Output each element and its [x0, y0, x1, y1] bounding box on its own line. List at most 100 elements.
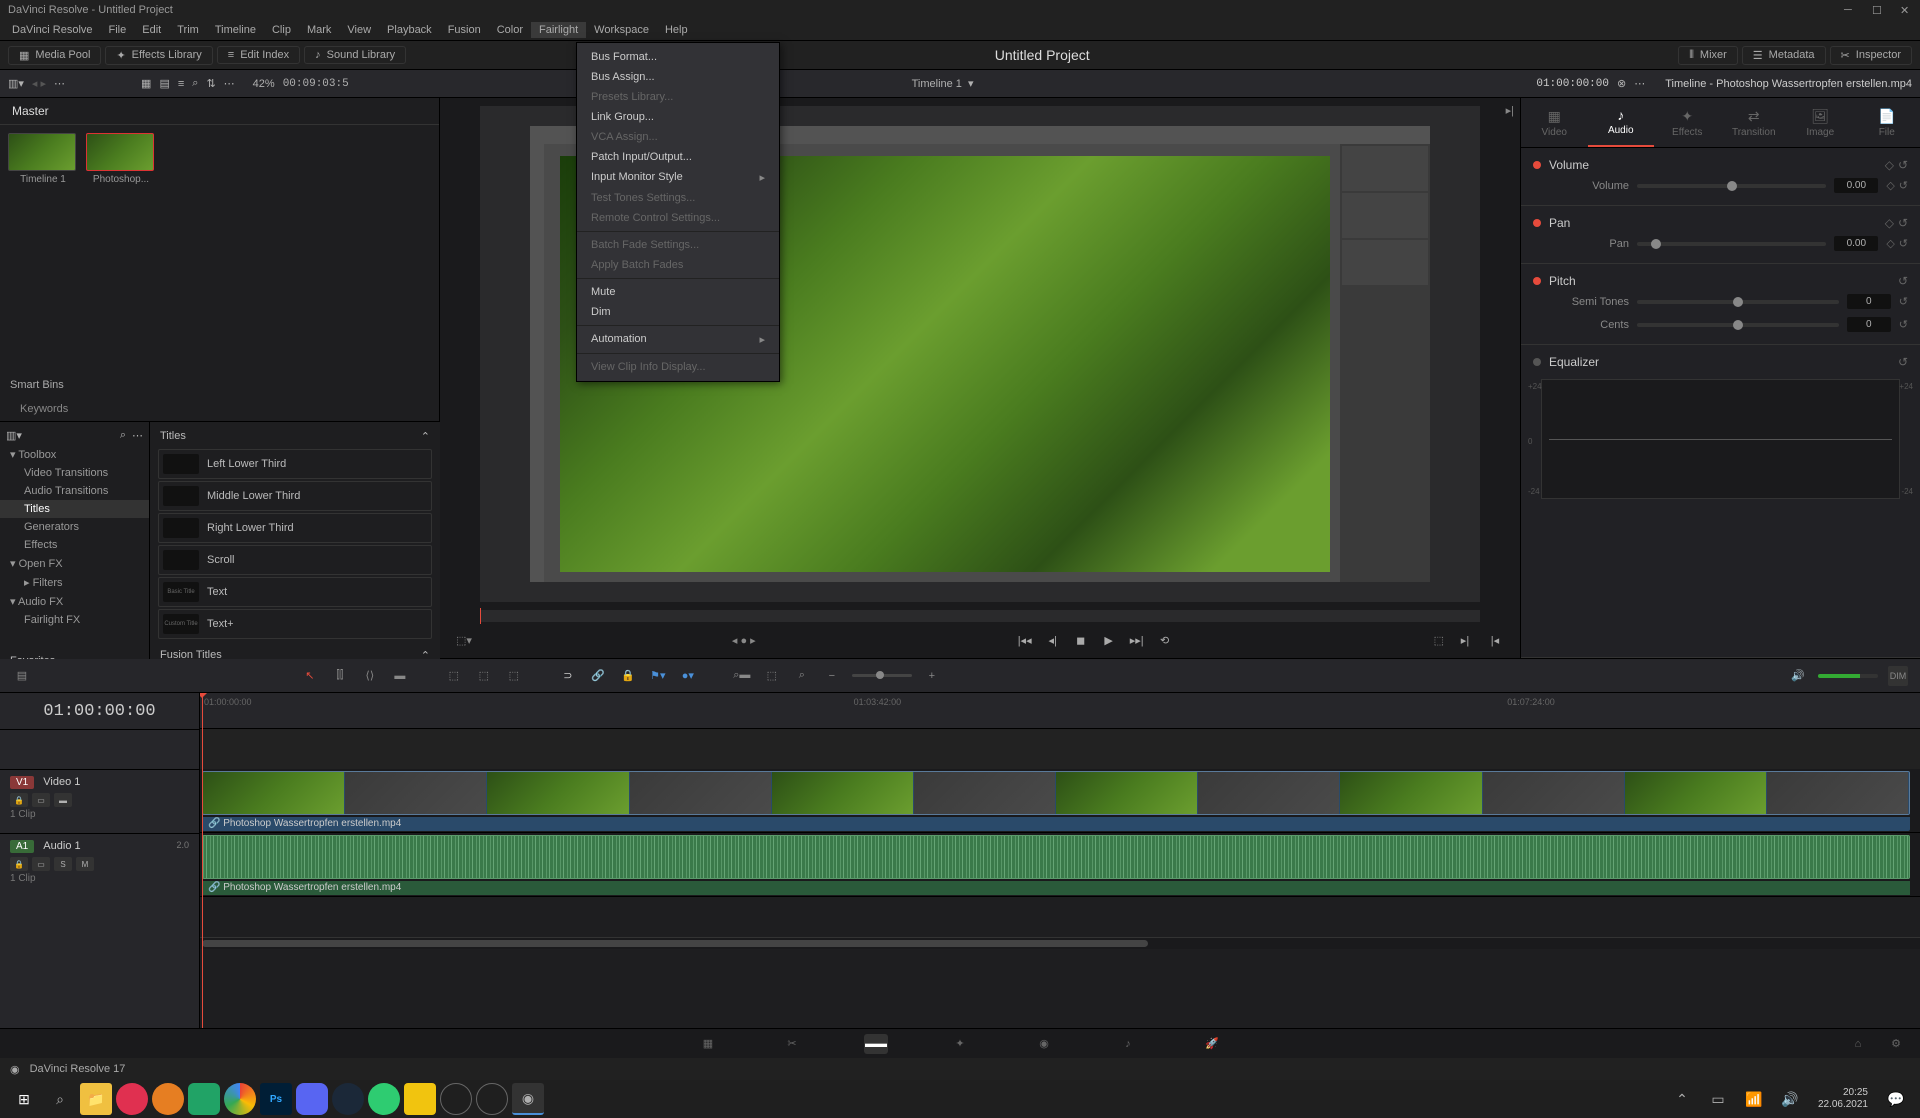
zoom-value[interactable]: 42% — [253, 78, 275, 90]
reset-icon[interactable]: ↺ — [1899, 318, 1908, 331]
volume-value[interactable]: 0.00 — [1834, 178, 1878, 193]
deliver-page-icon[interactable]: 🚀 — [1200, 1034, 1224, 1054]
timeline-view-icon[interactable]: ▤ — [12, 666, 32, 686]
trim-tool-icon[interactable]: ⫿⫿ — [330, 666, 350, 686]
menu-item-bus-assign[interactable]: Bus Assign... — [577, 67, 779, 87]
marker-icon[interactable]: ●▾ — [678, 666, 698, 686]
stop-icon[interactable]: ◼ — [1072, 631, 1090, 649]
discord-icon[interactable] — [296, 1083, 328, 1115]
replace-icon[interactable]: ⬚ — [504, 666, 524, 686]
keyframe-icon[interactable]: ◇ — [1886, 179, 1894, 192]
menu-item-patch-input-output[interactable]: Patch Input/Output... — [577, 147, 779, 167]
fairlight-page-icon[interactable]: ♪ — [1116, 1034, 1140, 1054]
search-timeline-icon[interactable]: ⌕▬ — [732, 666, 752, 686]
video-track[interactable]: 🔗 Photoshop Wassertropfen erstellen.mp4 — [200, 769, 1920, 833]
title-preset[interactable]: Scroll — [158, 545, 432, 575]
keywords-bin[interactable]: Keywords — [0, 397, 439, 421]
reset-icon[interactable]: ↺ — [1898, 355, 1908, 369]
tray-chevron-icon[interactable]: ⌃ — [1666, 1083, 1698, 1115]
pan-value[interactable]: 0.00 — [1834, 236, 1878, 251]
insert-icon[interactable]: ⬚ — [444, 666, 464, 686]
auto-select-icon[interactable]: ▭ — [32, 857, 50, 871]
inspector-button[interactable]: ✂ Inspector — [1830, 46, 1912, 65]
tree-toolbox[interactable]: ▾ Toolbox — [0, 445, 149, 464]
monitor-volume-slider[interactable] — [1818, 674, 1878, 678]
eq-graph[interactable]: +24 +24 0 -24 -24 — [1541, 379, 1900, 499]
tree-audio-transitions[interactable]: Audio Transitions — [0, 482, 149, 500]
flag-icon[interactable]: ⚑▾ — [648, 666, 668, 686]
resolve-taskbar-icon[interactable]: ◉ — [512, 1083, 544, 1115]
bin-view-icon[interactable]: ▥▾ — [8, 77, 24, 90]
tree-titles[interactable]: Titles — [0, 500, 149, 518]
keyframe-icon[interactable]: ◇ — [1885, 216, 1894, 230]
blade-tool-icon[interactable]: ▬ — [390, 666, 410, 686]
inspector-tab-effects[interactable]: ✦Effects — [1654, 98, 1721, 147]
viewer-scrubber[interactable] — [480, 610, 1480, 622]
reset-icon[interactable]: ↺ — [1899, 179, 1908, 192]
menu-color[interactable]: Color — [489, 22, 531, 38]
zoom-slider[interactable] — [852, 674, 912, 677]
app-icon[interactable] — [188, 1083, 220, 1115]
keyframe-icon[interactable]: ◇ — [1886, 237, 1894, 250]
maximize-icon[interactable]: ☐ — [1872, 4, 1884, 16]
reset-icon[interactable]: ↺ — [1898, 216, 1908, 230]
menu-fairlight[interactable]: Fairlight — [531, 22, 586, 38]
start-button[interactable]: ⊞ — [8, 1083, 40, 1115]
timeline-tab[interactable]: Timeline 1 ▾ — [912, 77, 974, 90]
reset-icon[interactable]: ↺ — [1899, 237, 1908, 250]
zoom-range-icon[interactable]: ⬚ — [762, 666, 782, 686]
reset-icon[interactable]: ↺ — [1899, 295, 1908, 308]
color-page-icon[interactable]: ◉ — [1032, 1034, 1056, 1054]
reset-icon[interactable]: ↺ — [1898, 158, 1908, 172]
single-viewer-icon[interactable]: ⬚ — [1434, 634, 1444, 647]
title-preset[interactable]: Basic TitleText — [158, 577, 432, 607]
steam-icon[interactable] — [332, 1083, 364, 1115]
timeline-scrollbar[interactable] — [200, 937, 1920, 949]
lock-icon[interactable]: 🔒 — [618, 666, 638, 686]
collapse-icon[interactable]: ⌃ — [421, 430, 430, 443]
more-icon[interactable]: ⋯ — [132, 429, 143, 442]
reset-icon[interactable]: ↺ — [1898, 274, 1908, 288]
menu-mark[interactable]: Mark — [299, 22, 339, 38]
menu-trim[interactable]: Trim — [169, 22, 207, 38]
prev-frame-icon[interactable]: ◂| — [1044, 631, 1062, 649]
timeline-timecode[interactable]: 01:00:00:00 — [0, 693, 199, 729]
menu-view[interactable]: View — [339, 22, 379, 38]
opera-icon[interactable] — [116, 1083, 148, 1115]
menu-help[interactable]: Help — [657, 22, 696, 38]
first-frame-icon[interactable]: |◂◂ — [1016, 631, 1034, 649]
pan-slider[interactable] — [1637, 242, 1826, 246]
inspector-tab-file[interactable]: 📄File — [1854, 98, 1920, 147]
search-icon[interactable]: ⌕ — [120, 429, 126, 442]
photoshop-icon[interactable]: Ps — [260, 1083, 292, 1115]
menu-fusion[interactable]: Fusion — [440, 22, 489, 38]
a1-badge[interactable]: A1 — [10, 840, 34, 853]
match-frame-icon[interactable]: ⬚▾ — [456, 634, 472, 647]
menu-clip[interactable]: Clip — [264, 22, 299, 38]
smart-bins-header[interactable]: Smart Bins — [0, 373, 439, 397]
menu-item-automation[interactable]: Automation▸ — [577, 329, 779, 350]
chrome-icon[interactable] — [224, 1083, 256, 1115]
cents-slider[interactable] — [1637, 323, 1839, 327]
menu-timeline[interactable]: Timeline — [207, 22, 264, 38]
settings-icon[interactable]: ⚙ — [1884, 1034, 1908, 1054]
semitones-value[interactable]: 0 — [1847, 294, 1891, 309]
mute-icon[interactable]: 🔊 — [1788, 666, 1808, 686]
minimize-icon[interactable]: ─ — [1844, 4, 1856, 16]
tree-generators[interactable]: Generators — [0, 518, 149, 536]
battery-icon[interactable]: ▭ — [1702, 1083, 1734, 1115]
volume-slider[interactable] — [1637, 184, 1826, 188]
semitones-slider[interactable] — [1637, 300, 1839, 304]
audio-track[interactable]: 🔗 Photoshop Wassertropfen erstellen.mp4 — [200, 833, 1920, 897]
dim-button[interactable]: DIM — [1888, 666, 1908, 686]
book-icon[interactable]: ▥▾ — [6, 429, 22, 442]
mute-button[interactable]: M — [76, 857, 94, 871]
home-icon[interactable]: ⌂ — [1846, 1034, 1870, 1054]
zoom-in-icon[interactable]: + — [922, 666, 942, 686]
obs-icon[interactable] — [476, 1083, 508, 1115]
search-icon[interactable]: ⌕ — [192, 77, 198, 90]
lock-track-icon[interactable]: 🔒 — [10, 793, 28, 807]
dots-icon[interactable]: ⋯ — [54, 77, 65, 90]
link-icon[interactable]: 🔗 — [588, 666, 608, 686]
close-icon[interactable]: ✕ — [1900, 4, 1912, 16]
